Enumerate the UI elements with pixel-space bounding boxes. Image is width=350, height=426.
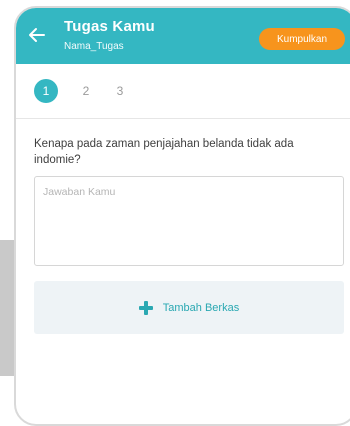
- arrow-left-icon[interactable]: [26, 24, 48, 46]
- assignment-name: Nama_Tugas: [64, 41, 124, 52]
- page-title: Tugas Kamu: [64, 18, 155, 35]
- step-3[interactable]: 3: [108, 79, 132, 103]
- question-text: Kenapa pada zaman penjajahan belanda tid…: [34, 138, 294, 166]
- add-file-label: Tambah Berkas: [162, 301, 240, 314]
- divider: [16, 118, 350, 119]
- answer-field[interactable]: [34, 176, 344, 266]
- add-file-button[interactable]: Tambah Berkas: [34, 281, 344, 334]
- plus-icon: [138, 300, 153, 315]
- step-2[interactable]: 2: [74, 79, 98, 103]
- question-stepper: 1 2 3: [16, 64, 350, 118]
- phone-frame: Tugas Kamu Nama_Tugas Kumpulkan 1 2 3 Ke…: [14, 6, 350, 426]
- app-bar: Tugas Kamu Nama_Tugas Kumpulkan: [16, 8, 350, 64]
- step-1[interactable]: 1: [34, 79, 58, 103]
- submit-button[interactable]: Kumpulkan: [259, 28, 345, 50]
